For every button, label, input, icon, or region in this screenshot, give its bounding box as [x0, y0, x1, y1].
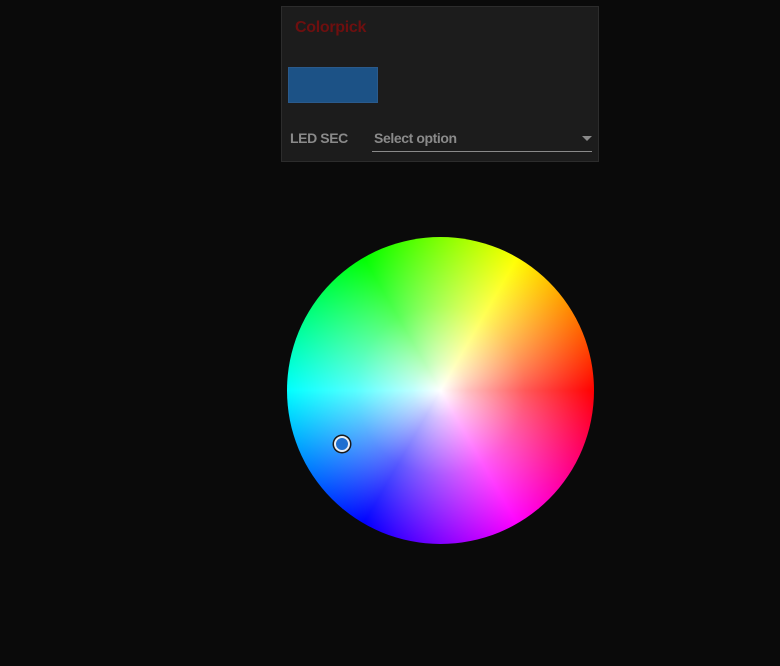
color-swatch[interactable]: [288, 67, 378, 103]
led-select-dropdown[interactable]: Select option: [372, 125, 592, 152]
color-wheel-surface[interactable]: [287, 237, 594, 544]
color-picker-handle[interactable]: [334, 436, 350, 452]
color-wheel[interactable]: [287, 237, 594, 544]
colorpick-panel: Colorpick LED SEC Select option: [281, 6, 599, 162]
select-label: LED SEC: [290, 130, 348, 146]
select-placeholder: Select option: [374, 130, 457, 146]
chevron-down-icon: [582, 136, 592, 141]
panel-title: Colorpick: [295, 19, 367, 36]
